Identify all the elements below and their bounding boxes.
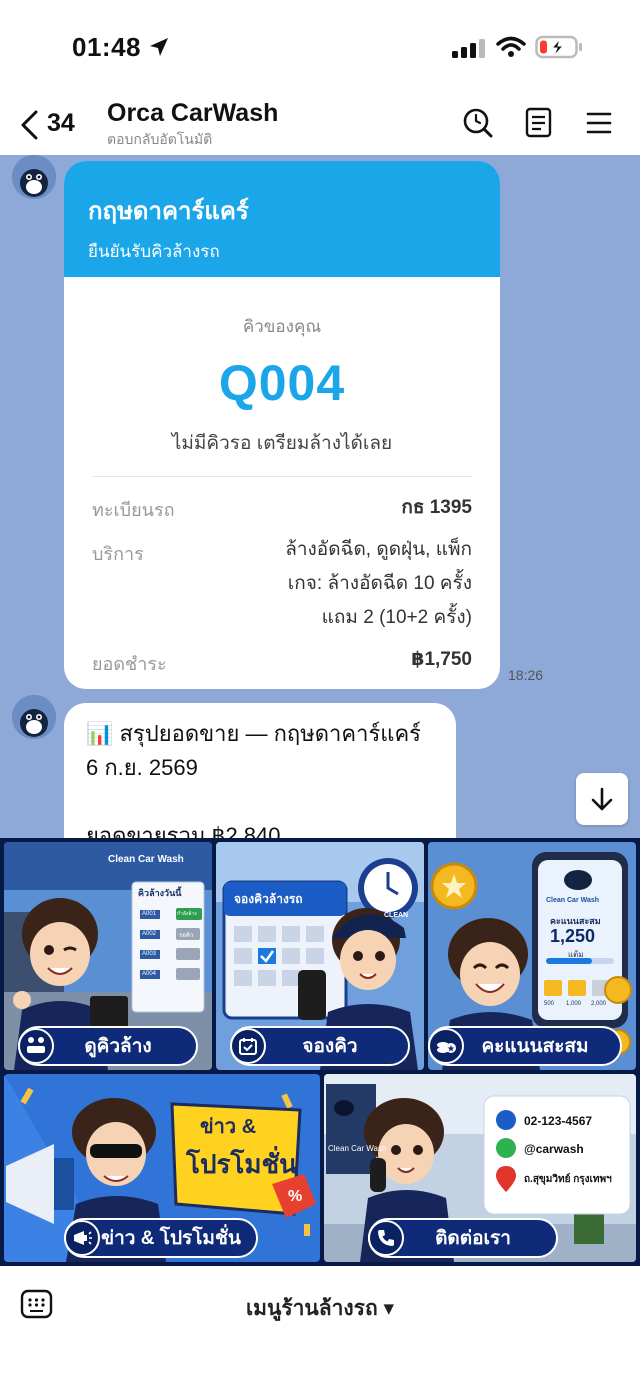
contact-button[interactable]: ติดต่อเรา [368, 1218, 558, 1258]
rich-menu-toggle[interactable]: เมนูร้านล้างรถ ▾ [0, 1292, 640, 1325]
unread-count[interactable]: 34 [47, 109, 75, 138]
reward-500: 500 [544, 1001, 555, 1007]
queue-sign: Clean Car Wash [108, 854, 184, 865]
chat-subtitle: ตอบกลับอัตโนมัติ [107, 131, 213, 147]
card-subtitle: ยืนยันรับคิวล้างรถ [88, 242, 220, 261]
menu-tile-queue[interactable]: Clean Car Wash คิวล้างวันนี้ A001 A002 A… [4, 842, 212, 1070]
chat-area[interactable]: กฤษดาคาร์แคร์ ยืนยันรับคิวล้างรถ คิวของค… [0, 155, 640, 838]
hamburger-menu-icon[interactable] [586, 107, 612, 139]
megaphone-icon [64, 1220, 100, 1256]
orca-mascot-icon [12, 155, 56, 199]
contact-sign: Clean Car Wash [328, 1144, 387, 1153]
queue-board-row-2: A002 [142, 931, 157, 937]
back-chevron-icon[interactable] [18, 109, 42, 141]
points-brand: Clean Car Wash [546, 897, 600, 904]
status-time: 01:48 [72, 32, 141, 62]
queue-board-row-3: A003 [142, 951, 157, 957]
plate-label: ทะเบียนรถ [92, 500, 175, 520]
promo-text-line1: ข่าว & [200, 1116, 257, 1138]
menu-tile-points[interactable]: Clean Car Wash คะแนนสะสม 1,250 แต้ม 500 … [428, 842, 636, 1070]
orca-avatar[interactable] [12, 155, 56, 199]
bottom-bar: เมนูร้านล้างรถ ▾ [0, 1266, 640, 1391]
calendar-check-icon [230, 1028, 266, 1064]
battery-low-charging-icon [535, 35, 582, 59]
card-divider [92, 476, 472, 477]
car-queue-icon [18, 1028, 54, 1064]
queue-board-title: คิวล้างวันนี้ [138, 888, 182, 898]
summary-line-1: 📊 สรุปยอดขาย — กฤษดาคาร์แคร์ [86, 721, 421, 746]
queue-board-row-4: A004 [142, 971, 157, 977]
queue-status-washing: กำลังล้าง [177, 911, 197, 917]
queue-number: Q004 [218, 355, 346, 411]
queue-button[interactable]: ดูคิวล้าง [18, 1026, 198, 1066]
promo-tag: % [288, 1188, 303, 1205]
contact-button-label: ติดต่อเรา [435, 1228, 511, 1249]
notes-icon[interactable] [525, 107, 553, 139]
arrow-down-icon [591, 787, 613, 811]
total-label: ยอดชำระ [92, 654, 167, 674]
status-bar: 01:48 [0, 0, 640, 95]
card-header: กฤษดาคาร์แคร์ ยืนยันรับคิวล้างรถ [64, 161, 500, 277]
booking-screen-title: จองคิวล้างรถ [234, 892, 303, 906]
reward-1000: 1,000 [566, 1001, 582, 1007]
queue-button-label: ดูคิวล้าง [84, 1036, 152, 1057]
points-button-label: คะแนนสะสม [481, 1036, 589, 1057]
message-timestamp: 18:26 [508, 667, 544, 683]
menu-tile-promo[interactable]: ข่าว & โปรโมชั่น % ข่าว & โปรโมชั่น [4, 1074, 320, 1262]
orca-avatar-2[interactable] [12, 695, 56, 739]
queue-status-wait: รอคิว [179, 933, 194, 939]
summary-line-2: 6 ก.ย. 2569 [86, 755, 198, 780]
booking-button[interactable]: จองคิว [230, 1026, 410, 1066]
cellular-signal-icon [452, 39, 485, 58]
chat-header: 34 Orca CarWash ตอบกลับอัตโนมัติ [0, 95, 640, 155]
service-line-3: แถม 2 (10+2 ครั้ง) [321, 607, 472, 628]
service-label: บริการ [92, 544, 144, 564]
rich-menu: Clean Car Wash คิวล้างวันนี้ A001 A002 A… [0, 838, 640, 1266]
service-line-1: ล้างอัดฉีด, ดูดฝุ่น, แพ็ก [285, 539, 472, 560]
shop-name: กฤษดาคาร์แคร์ [88, 198, 249, 225]
booking-confirmation-card: กฤษดาคาร์แคร์ ยืนยันรับคิวล้างรถ คิวของค… [64, 161, 500, 689]
contact-line-id: @carwash [524, 1142, 584, 1156]
points-button[interactable]: คะแนนสะสม [428, 1026, 622, 1066]
total-row: ยอดชำระ ฿1,750 [92, 643, 472, 677]
points-value: 1,250 [550, 926, 596, 946]
wifi-icon [496, 36, 526, 57]
scroll-to-bottom-button[interactable] [576, 773, 628, 825]
chat-title: Orca CarWash [107, 99, 279, 127]
queue-note: ไม่มีคิวรอ เตรียมล้างได้เลย [171, 433, 393, 454]
service-line-2: เกจ: ล้างอัดฉีด 10 ครั้ง [287, 573, 472, 594]
menu-tile-contact[interactable]: Clean Car Wash 02-123-4567 @carwash ถ.สุ… [324, 1074, 636, 1262]
contact-phone: 02-123-4567 [524, 1114, 593, 1128]
search-icon[interactable] [462, 107, 494, 139]
phone-icon [368, 1220, 404, 1256]
reward-2000: 2,000 [591, 1001, 607, 1007]
promo-button-label: ข่าว & โปรโมชั่น [101, 1228, 241, 1249]
plate-row: ทะเบียนรถ กธ 1395 [92, 491, 472, 525]
menu-tile-booking[interactable]: จองคิวล้างรถ CLEAN จองคิว [216, 842, 424, 1070]
orca-mascot-icon [12, 695, 56, 739]
promo-button[interactable]: ข่าว & โปรโมชั่น [64, 1218, 258, 1258]
summary-line-3: ยอดขายรวม ฿2,840 [86, 823, 281, 838]
queue-board-row-1: A001 [142, 911, 157, 917]
contact-address: ถ.สุขุมวิทย์ กรุงเทพฯ [524, 1174, 612, 1185]
promo-text-line2: โปรโมชั่น [186, 1149, 297, 1179]
location-arrow-icon [150, 38, 168, 56]
booking-button-label: จองคิว [302, 1036, 358, 1057]
sales-summary-bubble: 📊 สรุปยอดขาย — กฤษดาคาร์แคร์ 6 ก.ย. 2569… [64, 703, 456, 838]
queue-label: คิวของคุณ [242, 317, 322, 336]
service-row: บริการ ล้างอัดฉีด, ดูดฝุ่น, แพ็ก เกจ: ล้… [92, 533, 472, 635]
cap-text: CLEAN [384, 912, 409, 919]
coins-star-icon [428, 1028, 464, 1064]
points-unit: แต้ม [568, 950, 584, 959]
